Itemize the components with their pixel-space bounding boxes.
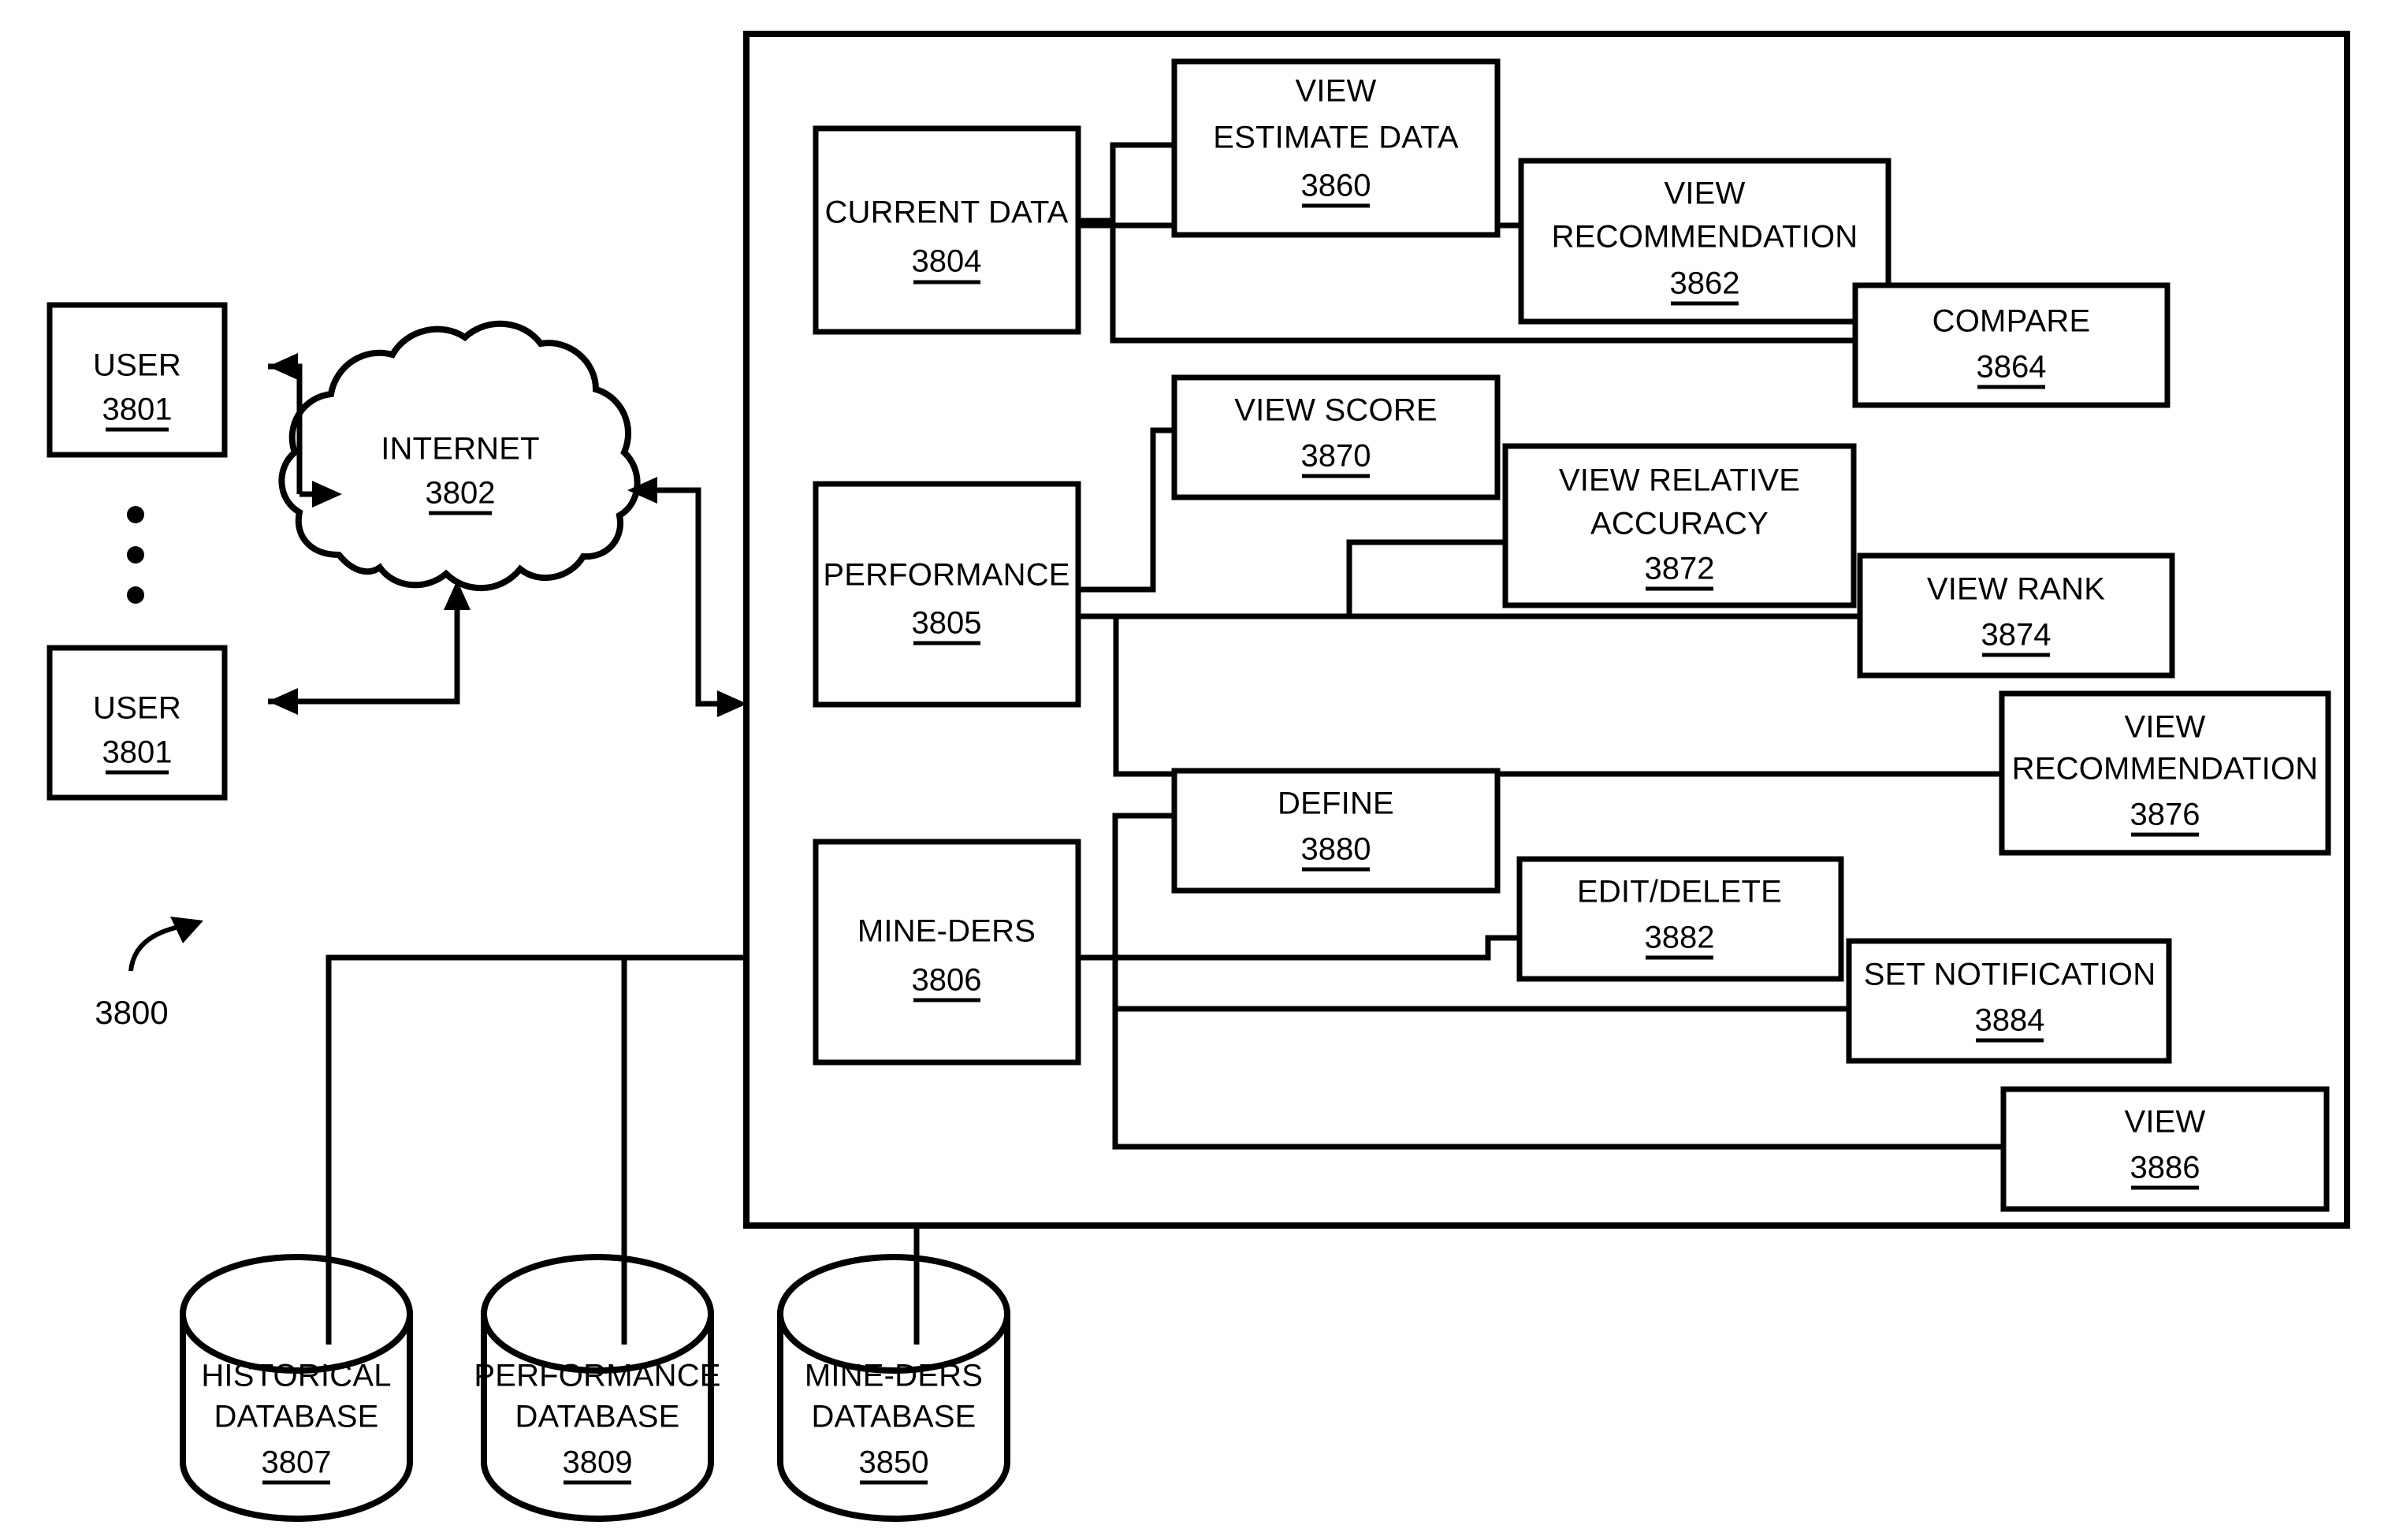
node-historical-database: HISTORICAL DATABASE 3807 <box>180 1254 413 1522</box>
node-view-relative-accuracy: VIEW RELATIVE ACCURACY 3872 <box>1502 443 1857 608</box>
user-top-node: USER 3801 <box>46 302 228 458</box>
cloud-ref: 3802 <box>426 476 496 511</box>
user-bottom-label: USER <box>93 691 181 726</box>
user-bottom-node: USER 3801 <box>46 645 228 801</box>
node-performance-database: PERFORMANCE DATABASE 3809 <box>474 1254 720 1522</box>
view-relative-accuracy-label-line2: ACCURACY <box>1590 507 1769 541</box>
node-define: DEFINE 3880 <box>1171 768 1501 894</box>
view-3886-label: VIEW <box>2124 1105 2205 1140</box>
ellipsis-dot-3 <box>127 586 144 604</box>
node-view-3886: VIEW 3886 <box>2000 1086 2330 1212</box>
define-ref: 3880 <box>1301 832 1371 867</box>
view-relative-accuracy-label-line1: VIEW RELATIVE <box>1559 463 1800 498</box>
conn-3806-to-3882 <box>1078 935 1520 961</box>
user-ellipsis <box>127 506 144 604</box>
node-performance: PERFORMANCE 3805 <box>813 481 1081 708</box>
view-score-ref: 3870 <box>1301 439 1371 474</box>
edit-delete-label: EDIT/DELETE <box>1577 875 1782 909</box>
user-top-label: USER <box>93 348 181 383</box>
performance-db-label-line1: PERFORMANCE <box>474 1359 720 1393</box>
view-recommendation-3862-label-line2: RECOMMENDATION <box>1552 220 1858 255</box>
view-recommendation-3876-label-line1: VIEW <box>2124 710 2205 745</box>
view-relative-accuracy-ref: 3872 <box>1645 552 1715 586</box>
compare-ref: 3864 <box>1977 350 2047 385</box>
node-mine-ders-database: MINE-DERS DATABASE 3850 <box>777 1254 1010 1522</box>
current-data-ref: 3804 <box>912 244 982 279</box>
current-data-label: CURRENT DATA <box>824 195 1068 230</box>
conn-3805-to-3870 <box>1078 427 1174 593</box>
user-bottom-ref: 3801 <box>102 735 173 770</box>
user-bottom-to-cloud-line <box>268 593 460 705</box>
patent-figure-svg: USER 3801 USER 3801 INTERNET 3802 3800 C… <box>46 31 2350 1522</box>
performance-ref: 3805 <box>912 606 982 641</box>
connector-user-bottom-to-cloud <box>268 580 471 715</box>
user-top-ref: 3801 <box>102 392 173 427</box>
cloud-to-user-top-arrowhead <box>268 353 298 380</box>
node-set-notification: SET NOTIFICATION 3884 <box>1846 938 2172 1064</box>
view-estimate-data-label-line1: VIEW <box>1295 74 1376 109</box>
mine-ders-db-top <box>777 1254 1010 1374</box>
cloud-system-line <box>638 487 733 707</box>
figure-reference-callout: 3800 <box>95 917 203 1031</box>
cloud-label: INTERNET <box>381 432 540 467</box>
mine-ders-ref: 3806 <box>912 963 982 998</box>
define-label: DEFINE <box>1278 787 1394 821</box>
node-view-score: VIEW SCORE 3870 <box>1171 374 1501 500</box>
view-recommendation-3876-ref: 3876 <box>2130 798 2200 832</box>
conn-3805-to-3872 <box>1078 539 1505 619</box>
view-3886-ref: 3886 <box>2130 1151 2200 1185</box>
node-current-data: CURRENT DATA 3804 <box>813 125 1081 335</box>
performance-db-top <box>481 1254 714 1374</box>
internet-cloud-node: INTERNET 3802 <box>278 320 641 592</box>
node-view-recommendation-3876: VIEW RECOMMENDATION 3876 <box>1999 690 2331 856</box>
performance-db-ref: 3809 <box>563 1445 633 1480</box>
mine-ders-db-label-line1: MINE-DERS <box>805 1359 983 1393</box>
node-mine-ders: MINE-DERS 3806 <box>813 839 1081 1066</box>
historical-db-top <box>180 1254 413 1374</box>
conn-3804-to-3860 <box>1078 142 1174 224</box>
set-notification-label: SET NOTIFICATION <box>1864 958 2156 992</box>
view-estimate-data-ref: 3860 <box>1301 169 1371 203</box>
mine-ders-db-ref: 3850 <box>859 1445 929 1480</box>
performance-box <box>813 481 1081 708</box>
historical-db-label-line1: HISTORICAL <box>201 1359 391 1393</box>
ellipsis-dot-1 <box>127 506 144 523</box>
cloud-to-user-bottom-arrowhead <box>268 688 298 715</box>
figure-ref-label: 3800 <box>95 994 168 1031</box>
view-rank-label: VIEW RANK <box>1927 572 2105 607</box>
node-view-estimate-data: VIEW ESTIMATE DATA 3860 <box>1171 58 1501 238</box>
view-recommendation-3862-ref: 3862 <box>1670 266 1740 301</box>
current-data-box <box>813 125 1081 335</box>
historical-db-ref: 3807 <box>262 1445 332 1480</box>
view-score-label: VIEW SCORE <box>1234 393 1438 428</box>
mine-ders-label: MINE-DERS <box>857 914 1036 949</box>
compare-label: COMPARE <box>1932 304 2091 339</box>
node-view-rank: VIEW RANK 3874 <box>1857 552 2175 679</box>
figure-canvas: USER 3801 USER 3801 INTERNET 3802 3800 C… <box>0 0 2403 1540</box>
cloud-to-system-arrowhead <box>717 690 747 717</box>
ellipsis-dot-2 <box>127 546 144 564</box>
performance-db-label-line2: DATABASE <box>515 1400 679 1434</box>
set-notification-ref: 3884 <box>1975 1003 2045 1038</box>
connector-cloud-to-system <box>627 477 747 717</box>
performance-label: PERFORMANCE <box>823 558 1069 593</box>
mine-ders-db-label-line2: DATABASE <box>811 1400 976 1434</box>
node-edit-delete: EDIT/DELETE 3882 <box>1516 856 1844 982</box>
view-estimate-data-label-line2: ESTIMATE DATA <box>1213 121 1459 155</box>
view-recommendation-3876-label-line2: RECOMMENDATION <box>2012 752 2319 787</box>
view-rank-ref: 3874 <box>1981 618 2051 653</box>
node-view-recommendation-3862: VIEW RECOMMENDATION 3862 <box>1518 158 1892 325</box>
node-compare: COMPARE 3864 <box>1852 282 2171 408</box>
mine-ders-box <box>813 839 1081 1066</box>
historical-db-label-line2: DATABASE <box>214 1400 378 1434</box>
edit-delete-ref: 3882 <box>1645 921 1715 955</box>
conn-3806-to-3880 <box>1078 813 1174 961</box>
view-recommendation-3862-label-line1: VIEW <box>1664 177 1745 211</box>
